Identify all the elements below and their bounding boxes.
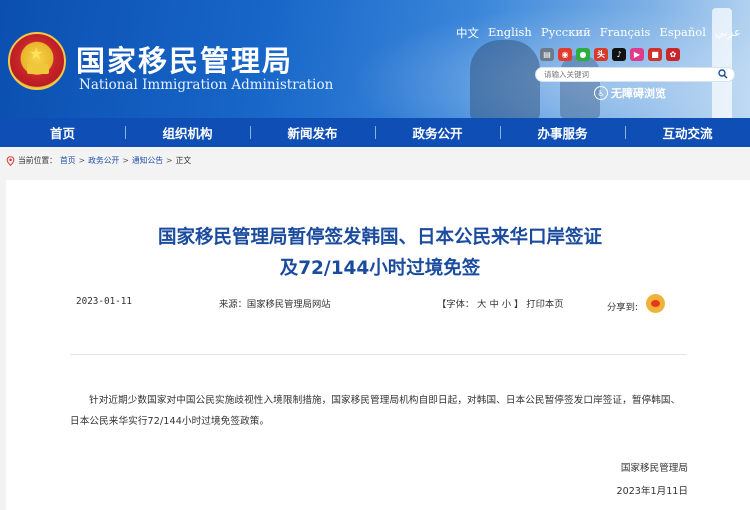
breadcrumb-home[interactable]: 首页 [60,155,76,166]
article-date: 2023-01-11 [76,296,132,307]
wechat-icon[interactable]: ▤ [540,48,554,61]
kuaishou-icon[interactable]: ▶ [630,48,644,61]
font-medium-button[interactable]: 中 [489,299,498,310]
weibo-icon[interactable]: ◉ [558,48,572,61]
search-box [535,67,735,82]
social-links: ▤ ◉ ● 头 ♪ ▶ ■ ✿ [540,48,680,61]
breadcrumb-separator: > [166,156,173,165]
traveler-silhouette [470,40,540,118]
lang-russian[interactable]: Русский [541,25,591,41]
breadcrumb-current: 正文 [175,156,192,165]
share-label: 分享到: [607,302,639,313]
share-weibo-icon[interactable] [646,294,665,313]
lang-english[interactable]: English [488,25,532,41]
lang-spanish[interactable]: Español [659,25,706,41]
font-small-button[interactable]: 小 [502,299,511,310]
font-size-controls: 【字体： 大 中 小 】 打印本页 [437,296,564,310]
article-title: 国家移民管理局暂停签发韩国、日本公民来华口岸签证 及72/144小时过境免签 [0,222,750,284]
breadcrumb-label: 当前位置： [18,156,57,165]
font-large-button[interactable]: 大 [477,299,486,310]
nav-item-home[interactable]: 首页 [0,118,125,147]
breadcrumb-gov-affairs[interactable]: 政务公开 [88,155,119,166]
article-title-line: 国家移民管理局暂停签发韩国、日本公民来华口岸签证 [157,227,602,248]
search-input[interactable] [544,68,714,81]
location-pin-icon [6,155,15,166]
divider [70,354,686,355]
lang-arabic[interactable]: عربي [715,25,741,41]
breadcrumb-notices[interactable]: 通知公告 [132,155,163,166]
accessibility-button[interactable]: ♿ 无障碍浏览 [594,85,666,101]
site-subtitle: National Immigration Administration [79,77,334,93]
site-title[interactable]: 国家移民管理局 [76,38,293,80]
app-icon[interactable]: ■ [648,48,662,61]
article-title-line: 及72/144小时过境免签 [279,258,481,279]
header-banner: ★ 国家移民管理局 National Immigration Administr… [0,0,750,118]
print-button[interactable]: 打印本页 [526,299,563,310]
article-body: 针对近期少数国家对中国公民实施歧视性入境限制措施，国家移民管理局机构自即日起，对… [70,395,681,427]
font-size-label: 【字体： [437,299,475,310]
article-sign-date: 2023年1月11日 [616,486,688,497]
national-emblem-icon: ★ [8,32,66,90]
nav-item-organization[interactable]: 组织机构 [125,118,250,147]
nav-item-news[interactable]: 新闻发布 [250,118,375,147]
breadcrumb-separator: > [78,156,86,165]
nav-item-services[interactable]: 办事服务 [500,118,625,147]
article-source: 来源：国家移民管理局网站 [219,299,331,310]
accessibility-label: 无障碍浏览 [611,87,666,100]
lang-french[interactable]: Français [600,25,651,41]
breadcrumb-separator: > [122,156,129,165]
main-nav: 首页 组织机构 新闻发布 政务公开 办事服务 互动交流 [0,118,750,147]
nav-item-gov-affairs[interactable]: 政务公开 [375,118,500,147]
toutiao-icon[interactable]: 头 [594,48,608,61]
breadcrumb: 当前位置： 首页 > 政务公开 > 通知公告 > 正文 [6,155,191,166]
nav-item-interaction[interactable]: 互动交流 [625,118,750,147]
search-icon[interactable] [718,69,728,79]
accessibility-icon: ♿ [594,86,608,100]
douyin-icon[interactable]: ♪ [612,48,626,61]
language-switcher: 中文 English Русский Français Español عربي [456,25,741,41]
other-icon[interactable]: ✿ [666,48,680,61]
lang-chinese[interactable]: 中文 [456,25,479,41]
font-size-bracket: 】 [514,299,524,310]
chat-icon[interactable]: ● [576,48,590,61]
article-signature: 国家移民管理局 [620,463,688,474]
